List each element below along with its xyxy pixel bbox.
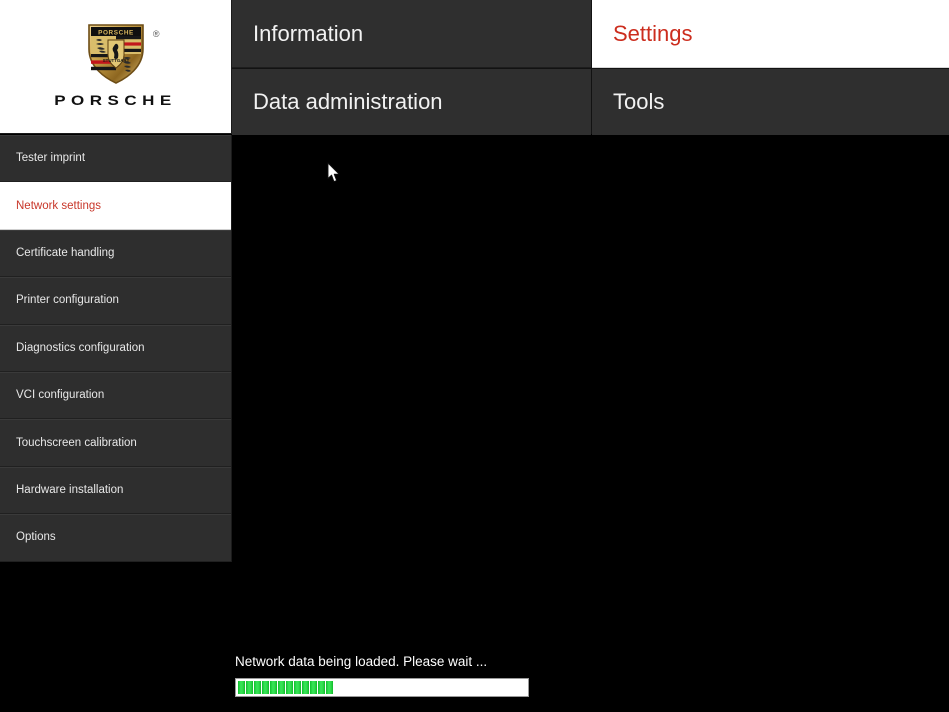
progress-chunk [318, 681, 325, 694]
sidebar-item-tester-imprint[interactable]: Tester imprint [0, 135, 231, 183]
registered-trademark-mark: ® [152, 28, 160, 39]
brand-panel: PORSCHE STUTTGART ® PORSCHE [0, 0, 232, 134]
progress-chunk [326, 681, 333, 694]
piwis-application-window: PORSCHE STUTTGART ® PORSCHE Information … [0, 0, 949, 712]
porsche-crest-icon: PORSCHE STUTTGART ® [56, 23, 176, 85]
sidebar-item-vci-configuration[interactable]: VCI configuration [0, 371, 231, 420]
sidebar-item-label: Certificate handling [16, 246, 115, 259]
main-navigation: Information Settings Data administration… [232, 0, 949, 135]
progress-chunk [270, 681, 277, 694]
svg-text:PORSCHE: PORSCHE [98, 29, 134, 36]
nav-tile-tools[interactable]: Tools [592, 69, 949, 135]
sidebar-item-label: Options [16, 531, 56, 544]
sidebar-item-network-settings[interactable]: Network settings [0, 182, 231, 230]
sidebar-item-label: Printer configuration [16, 294, 119, 307]
progress-chunk [262, 681, 269, 694]
nav-tile-data-administration-label: Data administration [253, 89, 443, 114]
status-message: Network data being loaded. Please wait .… [235, 654, 488, 669]
progress-chunk [310, 681, 317, 694]
progress-chunk [302, 681, 309, 694]
nav-tile-data-administration[interactable]: Data administration [232, 69, 591, 135]
svg-text:STUTTGART: STUTTGART [102, 58, 129, 63]
sidebar-item-label: Diagnostics configuration [16, 341, 145, 354]
nav-tile-tools-label: Tools [613, 89, 665, 114]
settings-sidebar: Tester imprint Network settings Certific… [0, 135, 232, 562]
porsche-wordmark: PORSCHE [54, 92, 177, 108]
sidebar-item-certificate-handling[interactable]: Certificate handling [0, 229, 231, 278]
sidebar-item-diagnostics-configuration[interactable]: Diagnostics configuration [0, 324, 231, 372]
progress-chunk [278, 681, 285, 694]
nav-tile-settings-label: Settings [613, 20, 693, 46]
sidebar-item-label: Touchscreen calibration [16, 436, 137, 449]
sidebar-item-label: Network settings [16, 199, 102, 212]
sidebar-item-printer-configuration[interactable]: Printer configuration [0, 277, 231, 325]
nav-tile-information[interactable]: Information [232, 0, 591, 68]
sidebar-item-hardware-installation[interactable]: Hardware installation [0, 466, 231, 515]
nav-tile-settings[interactable]: Settings [592, 0, 949, 68]
sidebar-item-touchscreen-calibration[interactable]: Touchscreen calibration [0, 419, 231, 467]
progress-chunk [246, 681, 253, 694]
sidebar-item-options[interactable]: Options [0, 514, 231, 562]
progress-chunk [254, 681, 261, 694]
sidebar-item-label: Hardware installation [16, 483, 124, 496]
progress-chunk [286, 681, 293, 694]
loading-progress-bar [235, 678, 529, 697]
nav-tile-information-label: Information [253, 20, 364, 46]
content-stage [232, 135, 949, 712]
loading-status-block: Network data being loaded. Please wait .… [235, 653, 535, 697]
progress-chunk [238, 681, 245, 694]
sidebar-item-label: Tester imprint [16, 152, 86, 165]
progress-chunks [238, 681, 333, 694]
progress-chunk [294, 681, 301, 694]
sidebar-item-label: VCI configuration [16, 389, 105, 402]
